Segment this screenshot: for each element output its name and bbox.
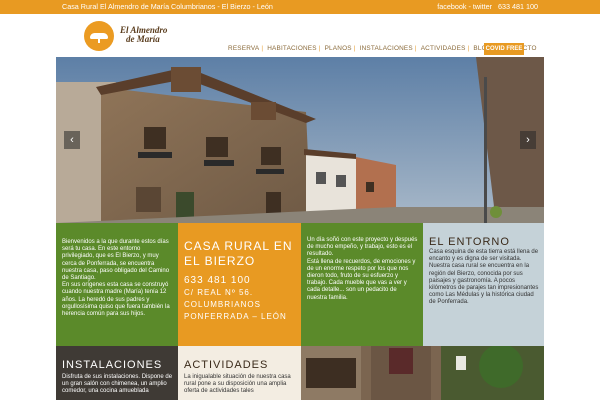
- top-phone: 633 481 100: [498, 2, 538, 11]
- nav-instalaciones[interactable]: INSTALACIONES: [358, 45, 415, 52]
- feature-blocks-row: INSTALACIONES Disfruta de sus instalacio…: [56, 346, 544, 400]
- casa-rural-address-1: C/ REAL Nº 56.: [184, 288, 254, 297]
- hero-photo-house: [56, 57, 544, 223]
- instalaciones-title[interactable]: INSTALACIONES: [62, 359, 173, 371]
- info-blocks-row: Bienvenidos a la que durante estos días …: [56, 223, 544, 346]
- dream-text: Un día soñó con este proyecto y después …: [307, 237, 418, 301]
- nav-reserva[interactable]: RESERVA: [226, 45, 261, 52]
- nav-habitaciones[interactable]: HABITACIONES: [265, 45, 319, 52]
- house-detail-photo: [301, 346, 544, 400]
- casa-rural-title: CASA RURAL EN EL BIERZO: [184, 239, 293, 268]
- intro-text: Bienvenidos a la que durante estos días …: [62, 239, 170, 318]
- almond-tree-logo-icon[interactable]: [84, 21, 114, 51]
- covid-free-button[interactable]: COVID FREE: [484, 43, 524, 55]
- instalaciones-text: Disfruta de sus instalaciones. Dispone d…: [62, 374, 173, 395]
- casa-rural-address-3: PONFERRADA – LEÓN: [184, 312, 287, 321]
- nav-planos[interactable]: PLANOS: [323, 45, 354, 52]
- casa-rural-block: CASA RURAL EN EL BIERZO 633 481 100 C/ R…: [178, 223, 301, 346]
- logo-text[interactable]: El Almendro de María: [120, 26, 167, 44]
- casa-rural-phone[interactable]: 633 481 100: [184, 275, 295, 287]
- site-title: Casa Rural El Almendro de María Columbri…: [62, 2, 273, 11]
- social-links[interactable]: facebook - twitter: [437, 2, 492, 11]
- nav-actividades[interactable]: ACTIVIDADES: [419, 45, 468, 52]
- actividades-title[interactable]: ACTIVIDADES: [184, 359, 296, 371]
- actividades-block[interactable]: ACTIVIDADES La inigualable situación de …: [178, 346, 301, 400]
- entorno-title[interactable]: EL ENTORNO: [429, 236, 539, 249]
- hero-slider[interactable]: ‹ ›: [56, 57, 544, 223]
- slider-next-button[interactable]: ›: [520, 131, 536, 149]
- header: El Almendro de María RESERVA | HABITACION…: [0, 14, 600, 57]
- entorno-block[interactable]: EL ENTORNO Casa esquina de esta tierra e…: [423, 223, 544, 346]
- logo-line-2: de María: [126, 34, 160, 44]
- actividades-text: La inigualable situación de nuestra casa…: [184, 374, 291, 395]
- top-bar-links: facebook - twitter 633 481 100: [437, 0, 538, 14]
- slider-prev-button[interactable]: ‹: [64, 131, 80, 149]
- house-detail-image: [301, 346, 544, 400]
- casa-rural-address-2: COLUMBRIANOS: [184, 300, 261, 309]
- dream-block: Un día soñó con este proyecto y después …: [301, 223, 423, 346]
- entorno-text: Casa esquina de esta tierra está llena d…: [429, 249, 539, 306]
- top-bar: Casa Rural El Almendro de María Columbri…: [0, 0, 600, 14]
- intro-block: Bienvenidos a la que durante estos días …: [56, 223, 178, 346]
- instalaciones-block[interactable]: INSTALACIONES Disfruta de sus instalacio…: [56, 346, 178, 400]
